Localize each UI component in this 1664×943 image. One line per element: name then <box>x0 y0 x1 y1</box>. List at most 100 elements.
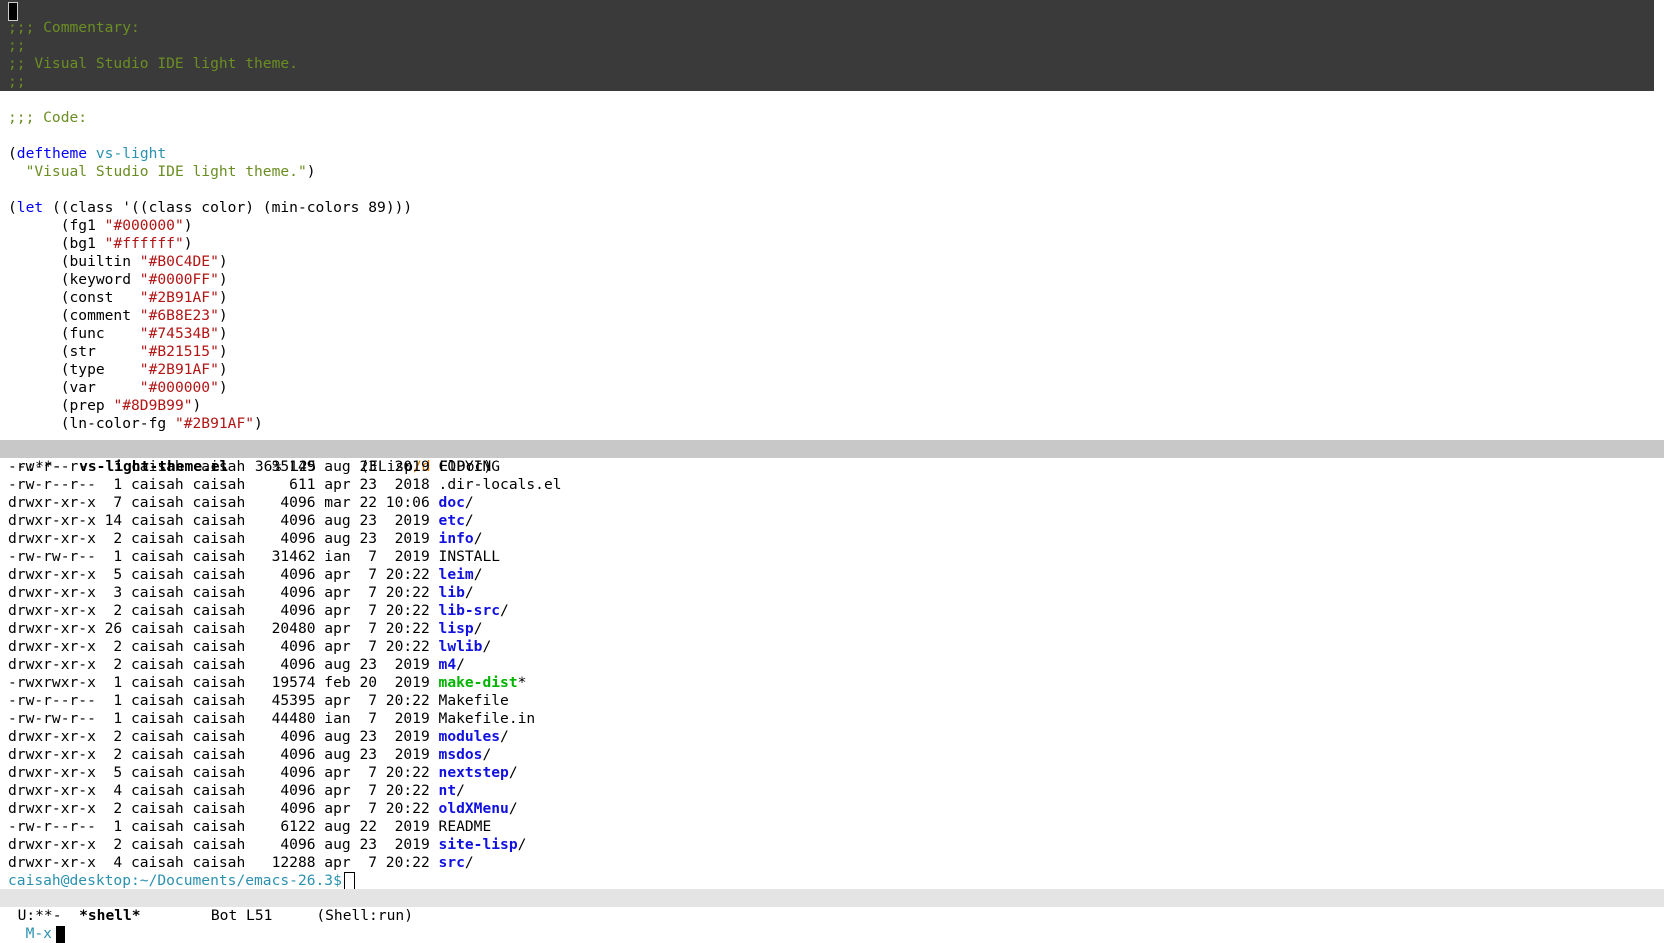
listing-suffix: / <box>464 584 474 601</box>
listing-info: drwxr-xr-x 7 caisah caisah 4096 mar 22 1… <box>8 494 439 511</box>
listing-suffix: / <box>508 800 518 817</box>
listing-row: drwxr-xr-x 26 caisah caisah 20480 apr 7 … <box>8 620 482 638</box>
binding-line: (type "#2B91AF") <box>8 361 228 379</box>
string-token: "#6B8E23" <box>139 307 219 324</box>
binding-line: (var "#000000") <box>8 379 228 397</box>
listing-row: drwxr-xr-x 4 caisah caisah 4096 apr 7 20… <box>8 782 465 800</box>
paren: ) <box>183 235 193 252</box>
listing-name[interactable]: modules <box>439 728 501 745</box>
paren: ) <box>218 271 228 288</box>
commentary-line: ;; <box>8 73 26 91</box>
listing-suffix: / <box>508 764 518 781</box>
editor-mode-line[interactable]: -:**- vs-light-theme.el 36% L25 (ELisp/d… <box>0 440 1664 475</box>
listing-info: -rw-rw-r-- 1 caisah caisah 44480 ian 7 2… <box>8 710 439 727</box>
listing-info: drwxr-xr-x 2 caisah caisah 4096 aug 23 2… <box>8 836 439 853</box>
commentary-line: ;; Visual Studio IDE light theme. <box>8 55 298 73</box>
binding-name: (builtin <box>8 253 140 270</box>
binding-name: (func <box>8 325 140 342</box>
mode-line-buffer-name[interactable]: *shell* <box>79 907 141 924</box>
listing-info: drwxr-xr-x 2 caisah caisah 4096 aug 23 2… <box>8 530 439 547</box>
listing-name[interactable]: nextstep <box>439 764 509 781</box>
listing-name[interactable]: make-dist <box>439 674 518 691</box>
listing-row: -rwxrwxr-x 1 caisah caisah 19574 feb 20 … <box>8 674 526 692</box>
mode-line-major-mode[interactable]: (Shell:run) <box>316 907 413 924</box>
listing-row: -rw-rw-r-- 1 caisah caisah 31462 ian 7 2… <box>8 548 500 566</box>
listing-name[interactable]: lib <box>439 584 465 601</box>
listing-row: drwxr-xr-x 4 caisah caisah 12288 apr 7 2… <box>8 854 474 872</box>
binding-line: (comment "#6B8E23") <box>8 307 228 325</box>
binding-name: (str <box>8 343 140 360</box>
listing-info: drwxr-xr-x 2 caisah caisah 4096 apr 7 20… <box>8 638 439 655</box>
binding-name: (keyword <box>8 271 140 288</box>
paren: ) <box>218 289 228 306</box>
minibuffer-prompt: M-x <box>25 925 52 942</box>
listing-name[interactable]: etc <box>439 512 465 529</box>
comment-text: ;;; Code: <box>8 109 88 126</box>
binding-name: (comment <box>8 307 140 324</box>
commentary-line: ;;; Commentary: <box>8 19 140 37</box>
listing-name[interactable]: lisp <box>439 620 474 637</box>
binding-name: (const <box>8 289 140 306</box>
listing-info: drwxr-xr-x 4 caisah caisah 12288 apr 7 2… <box>8 854 439 871</box>
listing-row: drwxr-xr-x 5 caisah caisah 4096 apr 7 20… <box>8 764 518 782</box>
listing-info: drwxr-xr-x 2 caisah caisah 4096 apr 7 20… <box>8 602 439 619</box>
listing-name[interactable]: oldXMenu <box>439 800 509 817</box>
listing-info: drwxr-xr-x 4 caisah caisah 4096 apr 7 20… <box>8 782 439 799</box>
listing-info: drwxr-xr-x 2 caisah caisah 4096 aug 23 2… <box>8 746 439 763</box>
binding-line: (fg1 "#000000") <box>8 217 193 235</box>
listing-row: drwxr-xr-x 2 caisah caisah 4096 apr 7 20… <box>8 602 509 620</box>
listing-info: drwxr-xr-x 2 caisah caisah 4096 aug 23 2… <box>8 728 439 745</box>
listing-info: -rw-r--r-- 1 caisah caisah 45395 apr 7 2… <box>8 692 439 709</box>
docstring-line: "Visual Studio IDE light theme.") <box>8 163 316 181</box>
listing-suffix: * <box>517 674 527 691</box>
binding-line: (ln-color-fg "#2B91AF") <box>8 415 263 433</box>
listing-name[interactable]: info <box>439 530 474 547</box>
listing-info: -rw-r--r-- 1 caisah caisah 611 apr 23 20… <box>8 476 439 493</box>
keyword-token: deftheme <box>16 145 88 162</box>
listing-row: drwxr-xr-x 14 caisah caisah 4096 aug 23 … <box>8 512 474 530</box>
listing-info: -rw-rw-r-- 1 caisah caisah 31462 ian 7 2… <box>8 548 439 565</box>
listing-info: -rwxrwxr-x 1 caisah caisah 19574 feb 20 … <box>8 674 439 691</box>
keyword-token: let <box>16 199 44 216</box>
listing-name[interactable]: nt <box>439 782 457 799</box>
minibuffer[interactable]: M-x <box>8 907 65 943</box>
listing-row: -rw-r--r-- 1 caisah caisah 35149 aug 23 … <box>8 458 500 476</box>
shell-cursor[interactable] <box>343 872 355 890</box>
binding-line: (builtin "#B0C4DE") <box>8 253 228 271</box>
minibuffer-cursor <box>55 925 65 943</box>
listing-suffix: / <box>464 512 474 529</box>
listing-name[interactable]: src <box>439 854 465 871</box>
binding-line: (bg1 "#ffffff") <box>8 235 193 253</box>
let-line: (let ((class '((class color) (min-colors… <box>8 199 412 217</box>
listing-info: drwxr-xr-x 5 caisah caisah 4096 apr 7 20… <box>8 566 439 583</box>
comment-text: ;; Visual Studio IDE light theme. <box>8 55 298 72</box>
binding-line: (keyword "#0000FF") <box>8 271 228 289</box>
listing-info: -rw-r--r-- 1 caisah caisah 35149 aug 23 … <box>8 458 439 475</box>
listing-suffix: / <box>464 854 474 871</box>
paren: ) <box>306 163 316 180</box>
listing-row: drwxr-xr-x 2 caisah caisah 4096 aug 23 2… <box>8 656 465 674</box>
shell-mode-line[interactable]: U:**- *shell* Bot L51 (Shell:run) <box>0 889 1664 924</box>
listing-suffix: / <box>500 602 509 619</box>
binding-name: (fg1 <box>8 217 105 234</box>
listing-info: drwxr-xr-x 2 caisah caisah 4096 aug 23 2… <box>8 656 439 673</box>
paren: ( <box>8 199 17 216</box>
listing-name[interactable]: msdos <box>439 746 483 763</box>
listing-row: -rw-r--r-- 1 caisah caisah 611 apr 23 20… <box>8 476 562 494</box>
listing-info: drwxr-xr-x 26 caisah caisah 20480 apr 7 … <box>8 620 439 637</box>
listing-suffix: / <box>464 494 474 511</box>
listing-name[interactable]: doc <box>439 494 465 511</box>
listing-row: drwxr-xr-x 2 caisah caisah 4096 aug 23 2… <box>8 530 482 548</box>
listing-name[interactable]: lib-src <box>439 602 501 619</box>
listing-name[interactable]: lwlib <box>439 638 483 655</box>
string-token: "#74534B" <box>139 325 219 342</box>
deftheme-line: (deftheme vs-light <box>8 145 166 163</box>
binding-line: (const "#2B91AF") <box>8 289 228 307</box>
listing-name[interactable]: site-lisp <box>439 836 518 853</box>
listing-name: README <box>438 818 492 835</box>
string-token: "#8D9B99" <box>113 397 193 414</box>
shell-prompt: caisah@desktop:~/Documents/emacs-26.3$ <box>8 872 342 889</box>
listing-name[interactable]: m4 <box>439 656 457 673</box>
string-token: "#0000FF" <box>139 271 219 288</box>
listing-name[interactable]: leim <box>439 566 474 583</box>
